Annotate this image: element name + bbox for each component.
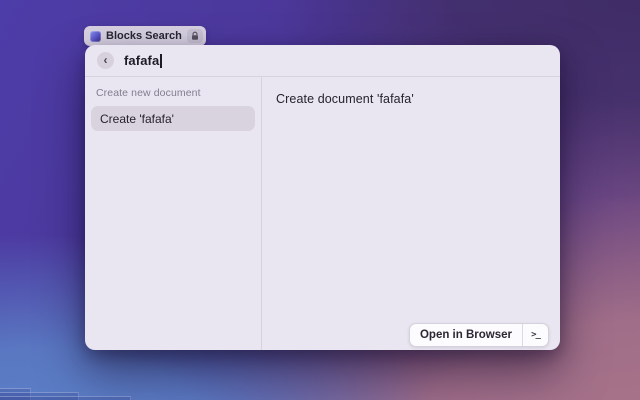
search-input[interactable]: fafafa xyxy=(124,45,548,76)
lock-icon xyxy=(191,31,198,40)
text-caret xyxy=(160,53,162,68)
window-body: Create new document Create 'fafafa' Crea… xyxy=(85,77,560,350)
detail-panel: Create document 'fafafa' xyxy=(262,77,560,350)
open-in-browser-label: Open in Browser xyxy=(419,329,512,341)
search-input-value: fafafa xyxy=(124,53,160,68)
detail-title: Create document 'fafafa' xyxy=(276,92,414,106)
privacy-keycap xyxy=(186,29,203,43)
list-item-label: Create 'fafafa' xyxy=(100,111,174,126)
wallpaper-ridge xyxy=(0,396,131,400)
blocks-app-icon xyxy=(90,30,101,42)
open-in-browser-button[interactable]: Open in Browser >_ xyxy=(408,323,549,347)
desktop-wallpaper: Blocks Search ‹ fafafa Create new docume… xyxy=(0,0,640,400)
results-panel: Create new document Create 'fafafa' xyxy=(85,77,262,350)
back-button[interactable]: ‹ xyxy=(97,52,114,69)
app-badge-label: Blocks Search xyxy=(106,30,182,42)
section-header: Create new document xyxy=(96,87,201,99)
terminal-prompt-icon: >_ xyxy=(531,330,541,340)
app-badge[interactable]: Blocks Search xyxy=(84,26,206,46)
search-bar: ‹ fafafa xyxy=(85,45,560,77)
chevron-left-icon: ‹ xyxy=(103,52,108,67)
list-item-create-document[interactable]: Create 'fafafa' xyxy=(91,106,255,131)
blocks-search-window: ‹ fafafa Create new document Create 'faf… xyxy=(85,45,560,350)
